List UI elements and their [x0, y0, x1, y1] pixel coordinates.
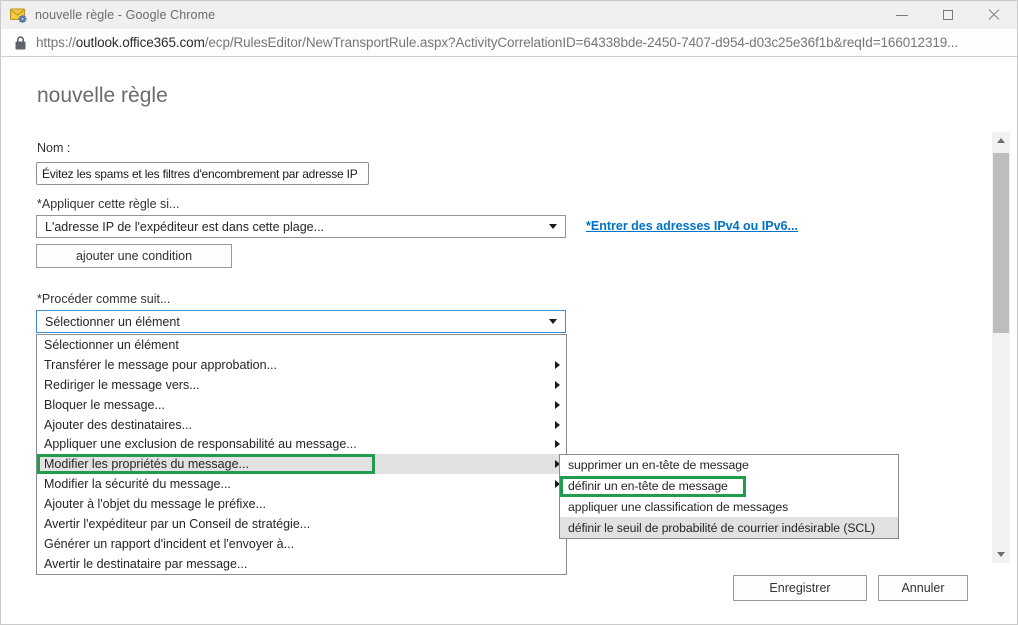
submenu-item-label: définir le seuil de probabilité de courr… [568, 521, 875, 535]
url-path: /ecp/RulesEditor/NewTransportRule.aspx?A… [205, 35, 958, 50]
maximize-icon [943, 10, 953, 20]
url-scheme: https:// [36, 35, 76, 50]
add-condition-button[interactable]: ajouter une condition [36, 244, 232, 268]
menu-item-bloquer-le-message[interactable]: Bloquer le message... [37, 395, 566, 415]
menu-item-label: Ajouter à l'objet du message le préfixe.… [44, 497, 266, 511]
window-title: nouvelle règle - Google Chrome [35, 8, 215, 22]
submenu-item-label: supprimer un en-tête de message [568, 458, 749, 472]
menu-item-modifier-la-securite[interactable]: Modifier la sécurité du message... [37, 474, 566, 494]
submenu-item-label: appliquer une classification de messages [568, 500, 788, 514]
menu-item-label: Rediriger le message vers... [44, 378, 200, 392]
submenu-arrow-icon [555, 361, 560, 369]
action-label: *Procéder comme suit... [37, 292, 170, 306]
window-titlebar: nouvelle règle - Google Chrome [1, 1, 1017, 29]
save-button[interactable]: Enregistrer [733, 575, 867, 601]
action-dropdown[interactable]: Sélectionner un élément [36, 310, 566, 333]
submenu-arrow-icon [555, 440, 560, 448]
window-controls [879, 1, 1017, 29]
condition-dropdown-value: L'adresse IP de l'expéditeur est dans ce… [45, 220, 324, 234]
link-text: Entrer des adresses IPv4 ou IPv6... [591, 219, 798, 233]
mail-rule-favicon-icon [10, 8, 27, 23]
message-properties-submenu: supprimer un en-tête de message définir … [559, 454, 899, 539]
submenu-arrow-icon [555, 381, 560, 389]
menu-item-transferer-pour-approbation[interactable]: Transférer le message pour approbation..… [37, 355, 566, 375]
menu-item-avertir-destinataire[interactable]: Avertir le destinataire par message... [37, 554, 566, 574]
menu-item-label: Ajouter des destinataires... [44, 418, 192, 432]
menu-item-label: Générer un rapport d'incident et l'envoy… [44, 537, 294, 551]
lock-icon[interactable] [15, 36, 26, 50]
browser-window: nouvelle règle - Google Chrome https://o… [0, 0, 1018, 625]
menu-item-label: Sélectionner un élément [44, 338, 179, 352]
scroll-up-button[interactable] [992, 132, 1010, 149]
menu-item-generer-rapport-incident[interactable]: Générer un rapport d'incident et l'envoy… [37, 534, 566, 554]
minimize-button[interactable] [879, 1, 925, 29]
submenu-item-label: définir un en-tête de message [568, 479, 728, 493]
menu-item-label: Appliquer une exclusion de responsabilit… [44, 437, 357, 451]
rule-name-input[interactable] [36, 162, 369, 185]
condition-dropdown[interactable]: L'adresse IP de l'expéditeur est dans ce… [36, 215, 566, 238]
submenu-item-appliquer-classification[interactable]: appliquer une classification de messages [560, 497, 898, 518]
name-label: Nom : [37, 141, 70, 155]
menu-item-rediriger-le-message[interactable]: Rediriger le message vers... [37, 375, 566, 395]
menu-item-label: Transférer le message pour approbation..… [44, 358, 277, 372]
chevron-down-icon [549, 319, 557, 324]
close-icon [988, 9, 1000, 21]
menu-item-selectionner-un-element[interactable]: Sélectionner un élément [37, 335, 566, 355]
menu-item-label: Modifier les propriétés du message... [44, 457, 249, 471]
enter-ip-addresses-link[interactable]: *Entrer des adresses IPv4 ou IPv6... [586, 219, 798, 233]
cancel-button[interactable]: Annuler [878, 575, 968, 601]
url-domain: outlook.office365.com [76, 35, 205, 50]
submenu-item-definir-seuil-scl[interactable]: définir le seuil de probabilité de courr… [560, 517, 898, 538]
minimize-icon [896, 15, 908, 16]
action-dropdown-value: Sélectionner un élément [45, 315, 180, 329]
close-button[interactable] [971, 1, 1017, 29]
scrollbar-thumb[interactable] [993, 153, 1009, 333]
menu-item-label: Avertir le destinataire par message... [44, 557, 247, 571]
submenu-item-definir-en-tete[interactable]: définir un en-tête de message [560, 476, 898, 497]
menu-item-label: Avertir l'expéditeur par un Conseil de s… [44, 517, 310, 531]
submenu-arrow-icon [555, 421, 560, 429]
submenu-arrow-icon [555, 401, 560, 409]
scroll-down-icon [997, 552, 1005, 557]
page-title: nouvelle règle [37, 84, 168, 108]
menu-item-ajouter-prefixe-objet[interactable]: Ajouter à l'objet du message le préfixe.… [37, 494, 566, 514]
submenu-item-supprimer-en-tete[interactable]: supprimer un en-tête de message [560, 455, 898, 476]
maximize-button[interactable] [925, 1, 971, 29]
chevron-down-icon [549, 224, 557, 229]
menu-item-modifier-les-proprietes[interactable]: Modifier les propriétés du message... [37, 454, 566, 474]
url-text: https://outlook.office365.com/ecp/RulesE… [36, 35, 958, 50]
action-menu: Sélectionner un élément Transférer le me… [36, 334, 567, 575]
menu-item-label: Modifier la sécurité du message... [44, 477, 231, 491]
scroll-down-button[interactable] [992, 546, 1010, 563]
vertical-scrollbar[interactable] [992, 132, 1010, 563]
scroll-up-icon [997, 138, 1005, 143]
menu-item-appliquer-une-exclusion[interactable]: Appliquer une exclusion de responsabilit… [37, 434, 566, 454]
menu-item-ajouter-des-destinataires[interactable]: Ajouter des destinataires... [37, 415, 566, 435]
menu-item-label: Bloquer le message... [44, 398, 165, 412]
url-bar[interactable]: https://outlook.office365.com/ecp/RulesE… [1, 29, 1017, 57]
menu-item-avertir-expediteur-conseil[interactable]: Avertir l'expéditeur par un Conseil de s… [37, 514, 566, 534]
condition-label: *Appliquer cette règle si... [37, 197, 179, 211]
